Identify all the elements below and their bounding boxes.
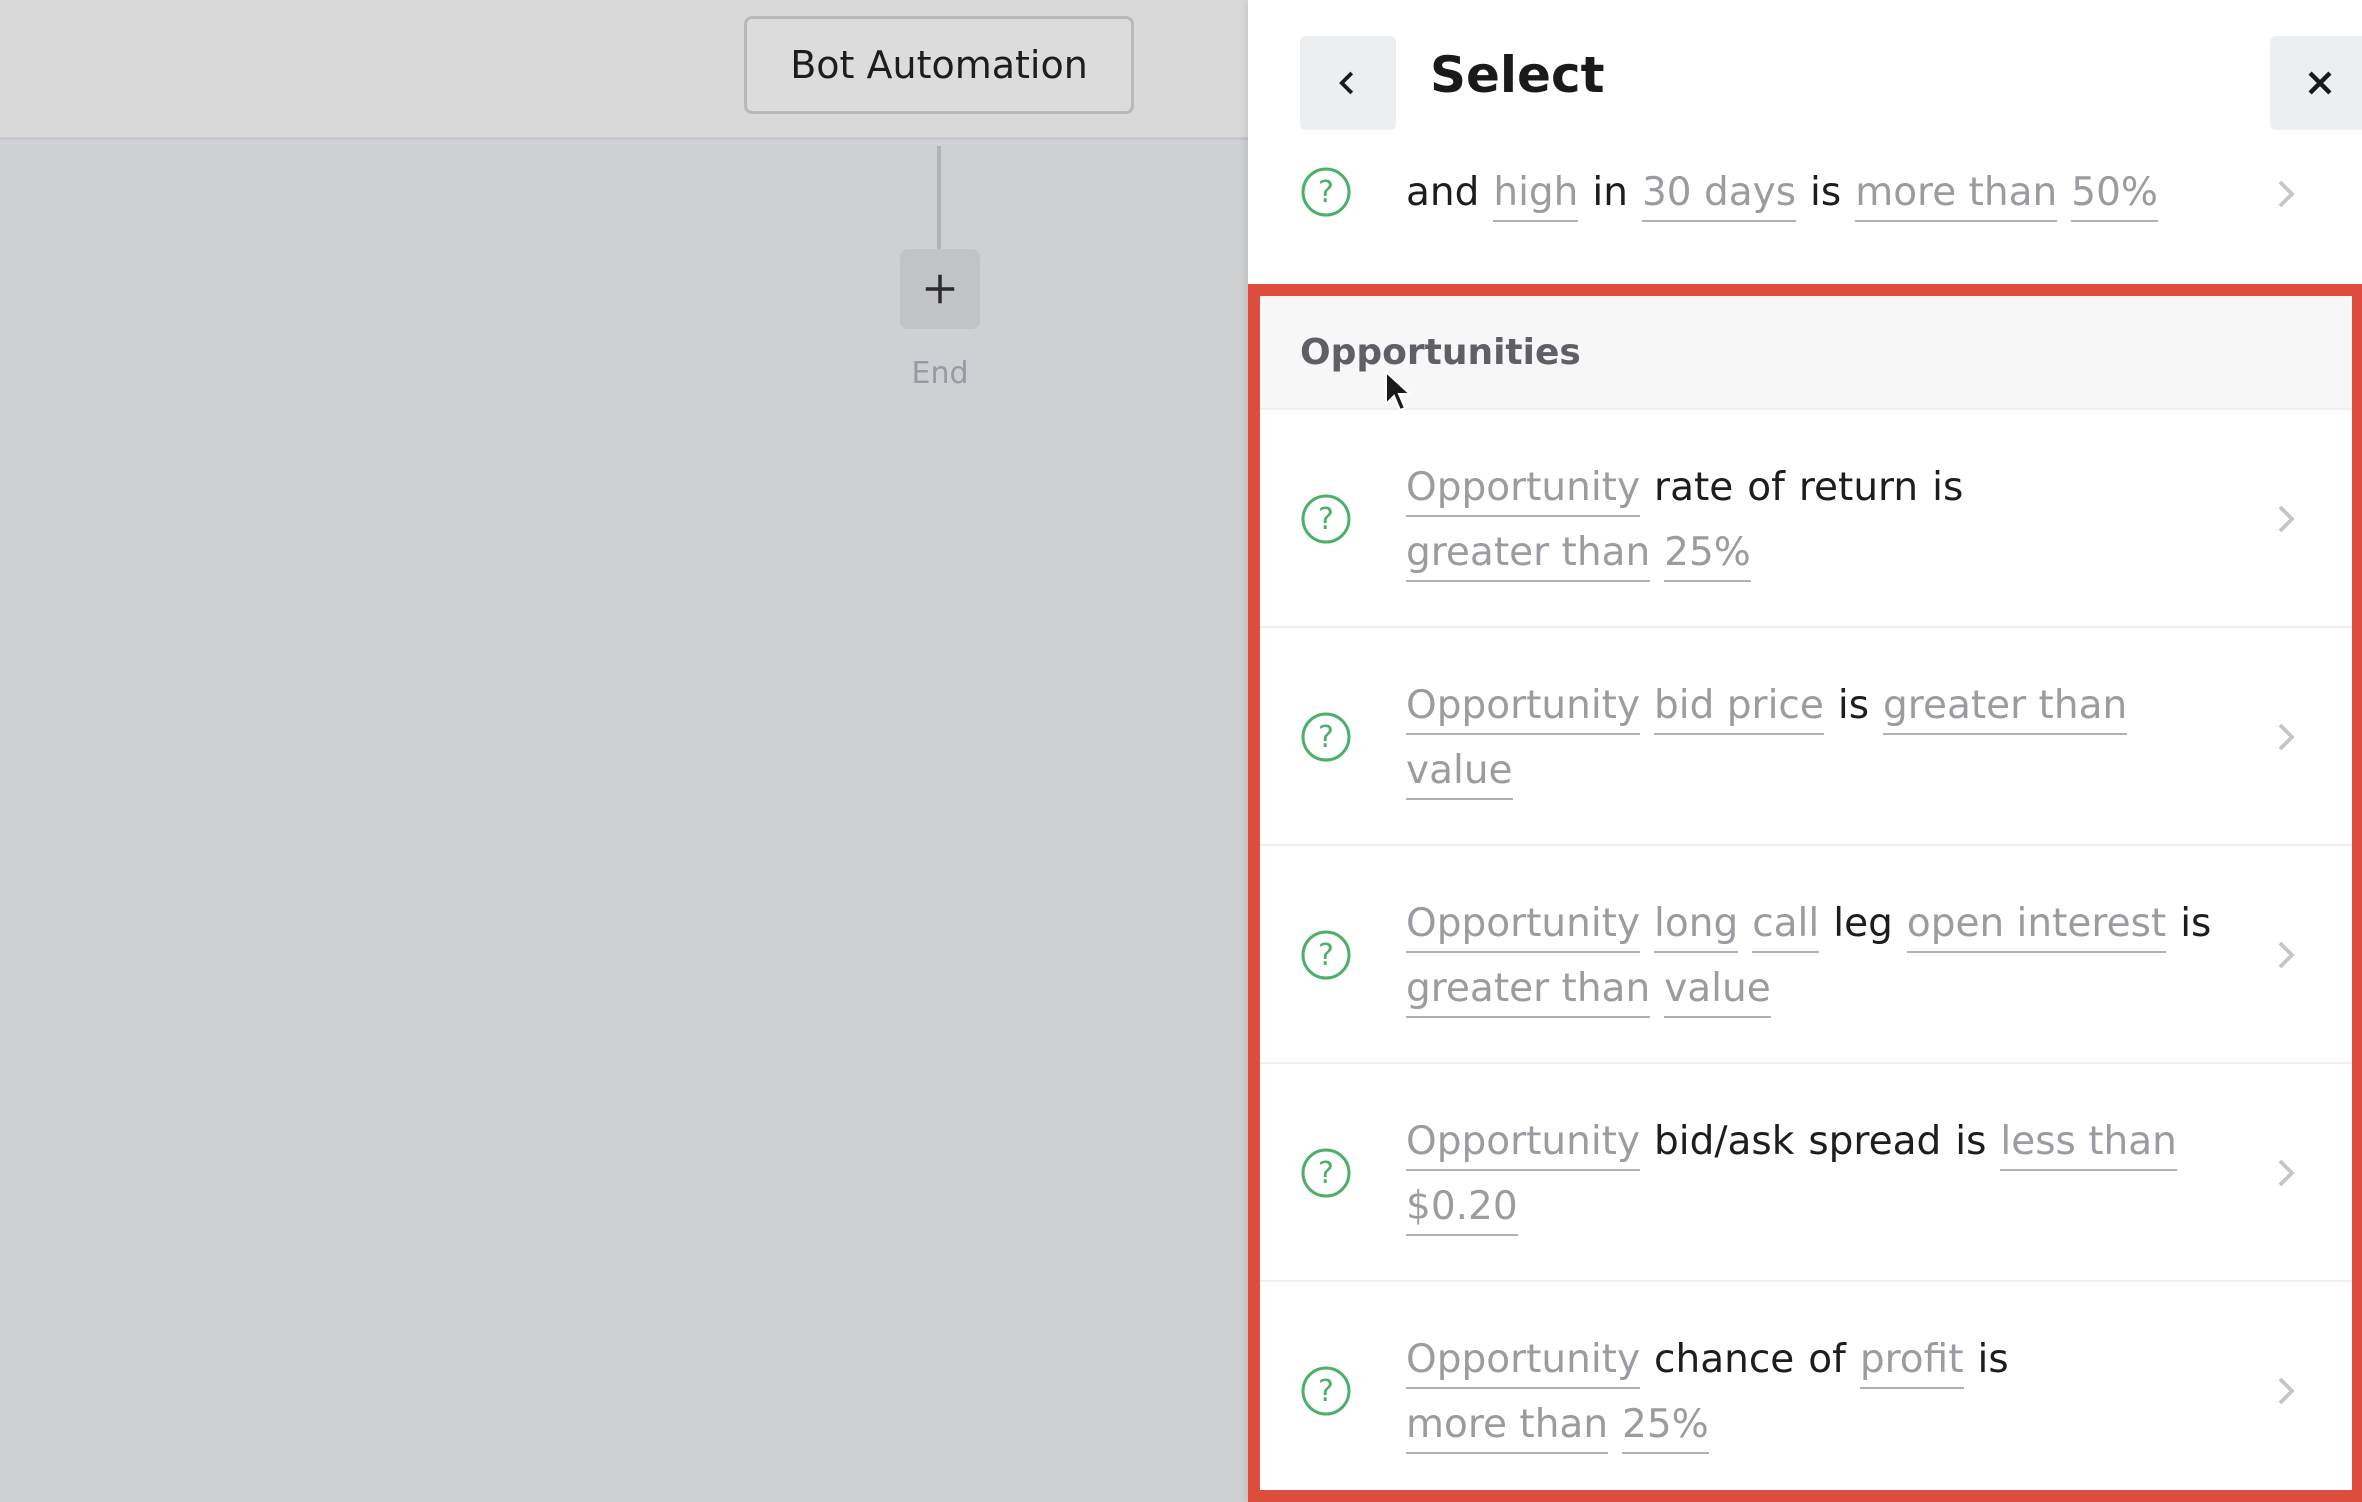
svg-text:?: ? bbox=[1318, 720, 1334, 755]
close-icon bbox=[2308, 71, 2332, 95]
option-line: Opportunity chance of profit is bbox=[1406, 1327, 2246, 1392]
add-step-button[interactable] bbox=[900, 249, 980, 329]
svg-text:?: ? bbox=[1318, 938, 1334, 973]
param-token[interactable]: less than bbox=[2000, 1115, 2177, 1171]
close-button[interactable] bbox=[2270, 36, 2362, 130]
option-line: greater than value bbox=[1406, 956, 2246, 1021]
text-token: and bbox=[1406, 170, 1480, 215]
param-token[interactable]: profit bbox=[1859, 1333, 1964, 1389]
option-line: Opportunity rate of return is bbox=[1406, 455, 2246, 520]
text-token: in bbox=[1592, 170, 1628, 215]
question-circle-icon: ? bbox=[1300, 166, 1352, 218]
param-token[interactable]: call bbox=[1752, 897, 1820, 953]
option-text: Opportunity bid/ask spread is less than $0.20 bbox=[1406, 1109, 2246, 1239]
option-line: value bbox=[1406, 738, 2246, 803]
chevron-right-icon bbox=[2268, 501, 2304, 537]
text-token: rate bbox=[1654, 465, 1734, 510]
workflow-canvas: Bot Automation End bbox=[0, 0, 1248, 1502]
text-token: is bbox=[1977, 1337, 2009, 1382]
chevron-right-icon bbox=[2268, 176, 2304, 212]
param-token[interactable]: greater than bbox=[1406, 962, 1651, 1018]
param-token[interactable]: 30 days bbox=[1641, 166, 1797, 222]
param-token[interactable]: long bbox=[1654, 897, 1739, 953]
svg-text:?: ? bbox=[1318, 1374, 1334, 1409]
bot-automation-node[interactable]: Bot Automation bbox=[744, 16, 1134, 114]
plus-icon bbox=[925, 274, 955, 304]
list-item[interactable]: ? Opportunity chance of profit is more than 25% bbox=[1248, 1282, 2362, 1500]
param-token[interactable]: Opportunity bbox=[1406, 897, 1641, 953]
list-item[interactable]: ? Opportunity rate of return is greater than 25… bbox=[1248, 410, 2362, 628]
param-token[interactable]: Opportunity bbox=[1406, 1333, 1641, 1389]
question-circle-icon: ? bbox=[1300, 1147, 1352, 1199]
question-circle-icon: ? bbox=[1300, 493, 1352, 545]
node-connector bbox=[937, 146, 941, 250]
param-token[interactable]: greater than bbox=[1883, 679, 2128, 735]
text-token: chance bbox=[1654, 1337, 1795, 1382]
panel-title: Select bbox=[1430, 46, 1605, 104]
question-circle-icon: ? bbox=[1300, 711, 1352, 763]
param-token[interactable]: value bbox=[1664, 962, 1771, 1018]
param-token[interactable]: 25% bbox=[1622, 1398, 1709, 1454]
option-line: $0.20 bbox=[1406, 1174, 2246, 1239]
section-title: Opportunities bbox=[1300, 332, 1581, 373]
end-label: End bbox=[911, 356, 969, 391]
option-line: Opportunity long call leg open interest is bbox=[1406, 891, 2246, 956]
text-token: is bbox=[1837, 683, 1870, 728]
param-token[interactable]: Opportunity bbox=[1406, 461, 1641, 517]
back-button[interactable] bbox=[1300, 36, 1396, 130]
option-text: Opportunity chance of profit is more than 25% bbox=[1406, 1327, 2246, 1457]
param-token[interactable]: greater than bbox=[1406, 526, 1651, 582]
option-line: greater than 25% bbox=[1406, 520, 2246, 585]
text-token: is bbox=[2180, 901, 2212, 946]
list-item[interactable]: ? Opportunity bid price is greater than value bbox=[1248, 628, 2362, 846]
chevron-left-icon bbox=[1339, 71, 1354, 95]
option-line: Opportunity bid/ask spread is less than bbox=[1406, 1109, 2246, 1174]
text-token: of bbox=[1747, 465, 1785, 510]
chevron-right-icon bbox=[2268, 937, 2304, 973]
option-text: Opportunity rate of return is greater than 25% bbox=[1406, 455, 2246, 585]
param-token[interactable]: more than bbox=[1855, 166, 2058, 222]
svg-text:?: ? bbox=[1318, 175, 1334, 210]
text-token: bid/ask bbox=[1654, 1119, 1795, 1164]
section-header: Opportunities bbox=[1248, 286, 2362, 410]
option-line: more than 25% bbox=[1406, 1392, 2246, 1457]
text-token: of bbox=[1808, 1337, 1846, 1382]
param-token[interactable]: bid price bbox=[1654, 679, 1824, 735]
chevron-right-icon bbox=[2268, 719, 2304, 755]
option-line: Opportunity bid price is greater than bbox=[1406, 673, 2246, 738]
option-text: and high in 30 days is more than 50% bbox=[1406, 160, 2246, 225]
option-line: and high in 30 days is more than 50% bbox=[1406, 160, 2246, 225]
param-token[interactable]: high bbox=[1493, 166, 1579, 222]
option-text: Opportunity bid price is greater than value bbox=[1406, 673, 2246, 803]
param-token[interactable]: $0.20 bbox=[1406, 1180, 1518, 1236]
text-token: is bbox=[1810, 170, 1842, 215]
text-token: leg bbox=[1833, 901, 1893, 946]
list-item[interactable]: ? Opportunity bid/ask spread is less than $0.2… bbox=[1248, 1064, 2362, 1282]
param-token[interactable]: 25% bbox=[1664, 526, 1751, 582]
svg-text:?: ? bbox=[1318, 502, 1334, 537]
text-token: spread bbox=[1808, 1119, 1942, 1164]
mouse-cursor-icon bbox=[1385, 370, 1413, 412]
chevron-right-icon bbox=[2268, 1373, 2304, 1409]
param-token[interactable]: more than bbox=[1406, 1398, 1609, 1454]
param-token[interactable]: open interest bbox=[1906, 897, 2167, 953]
chevron-right-icon bbox=[2268, 1155, 2304, 1191]
panel-header: Select bbox=[1248, 0, 2362, 166]
list-item[interactable]: ? Opportunity long call leg open interest is gr… bbox=[1248, 846, 2362, 1064]
param-token[interactable]: Opportunity bbox=[1406, 679, 1641, 735]
param-token[interactable]: 50% bbox=[2071, 166, 2158, 222]
text-token: return bbox=[1798, 465, 1919, 510]
svg-text:?: ? bbox=[1318, 1156, 1334, 1191]
text-token: is bbox=[1955, 1119, 1987, 1164]
text-token: is bbox=[1932, 465, 1964, 510]
param-token[interactable]: Opportunity bbox=[1406, 1115, 1641, 1171]
param-token[interactable]: value bbox=[1406, 744, 1513, 800]
select-panel: ? and high in 30 days is more than 50% Select … bbox=[1248, 0, 2362, 1502]
question-circle-icon: ? bbox=[1300, 1365, 1352, 1417]
question-circle-icon: ? bbox=[1300, 929, 1352, 981]
option-text: Opportunity long call leg open interest is gre… bbox=[1406, 891, 2246, 1021]
